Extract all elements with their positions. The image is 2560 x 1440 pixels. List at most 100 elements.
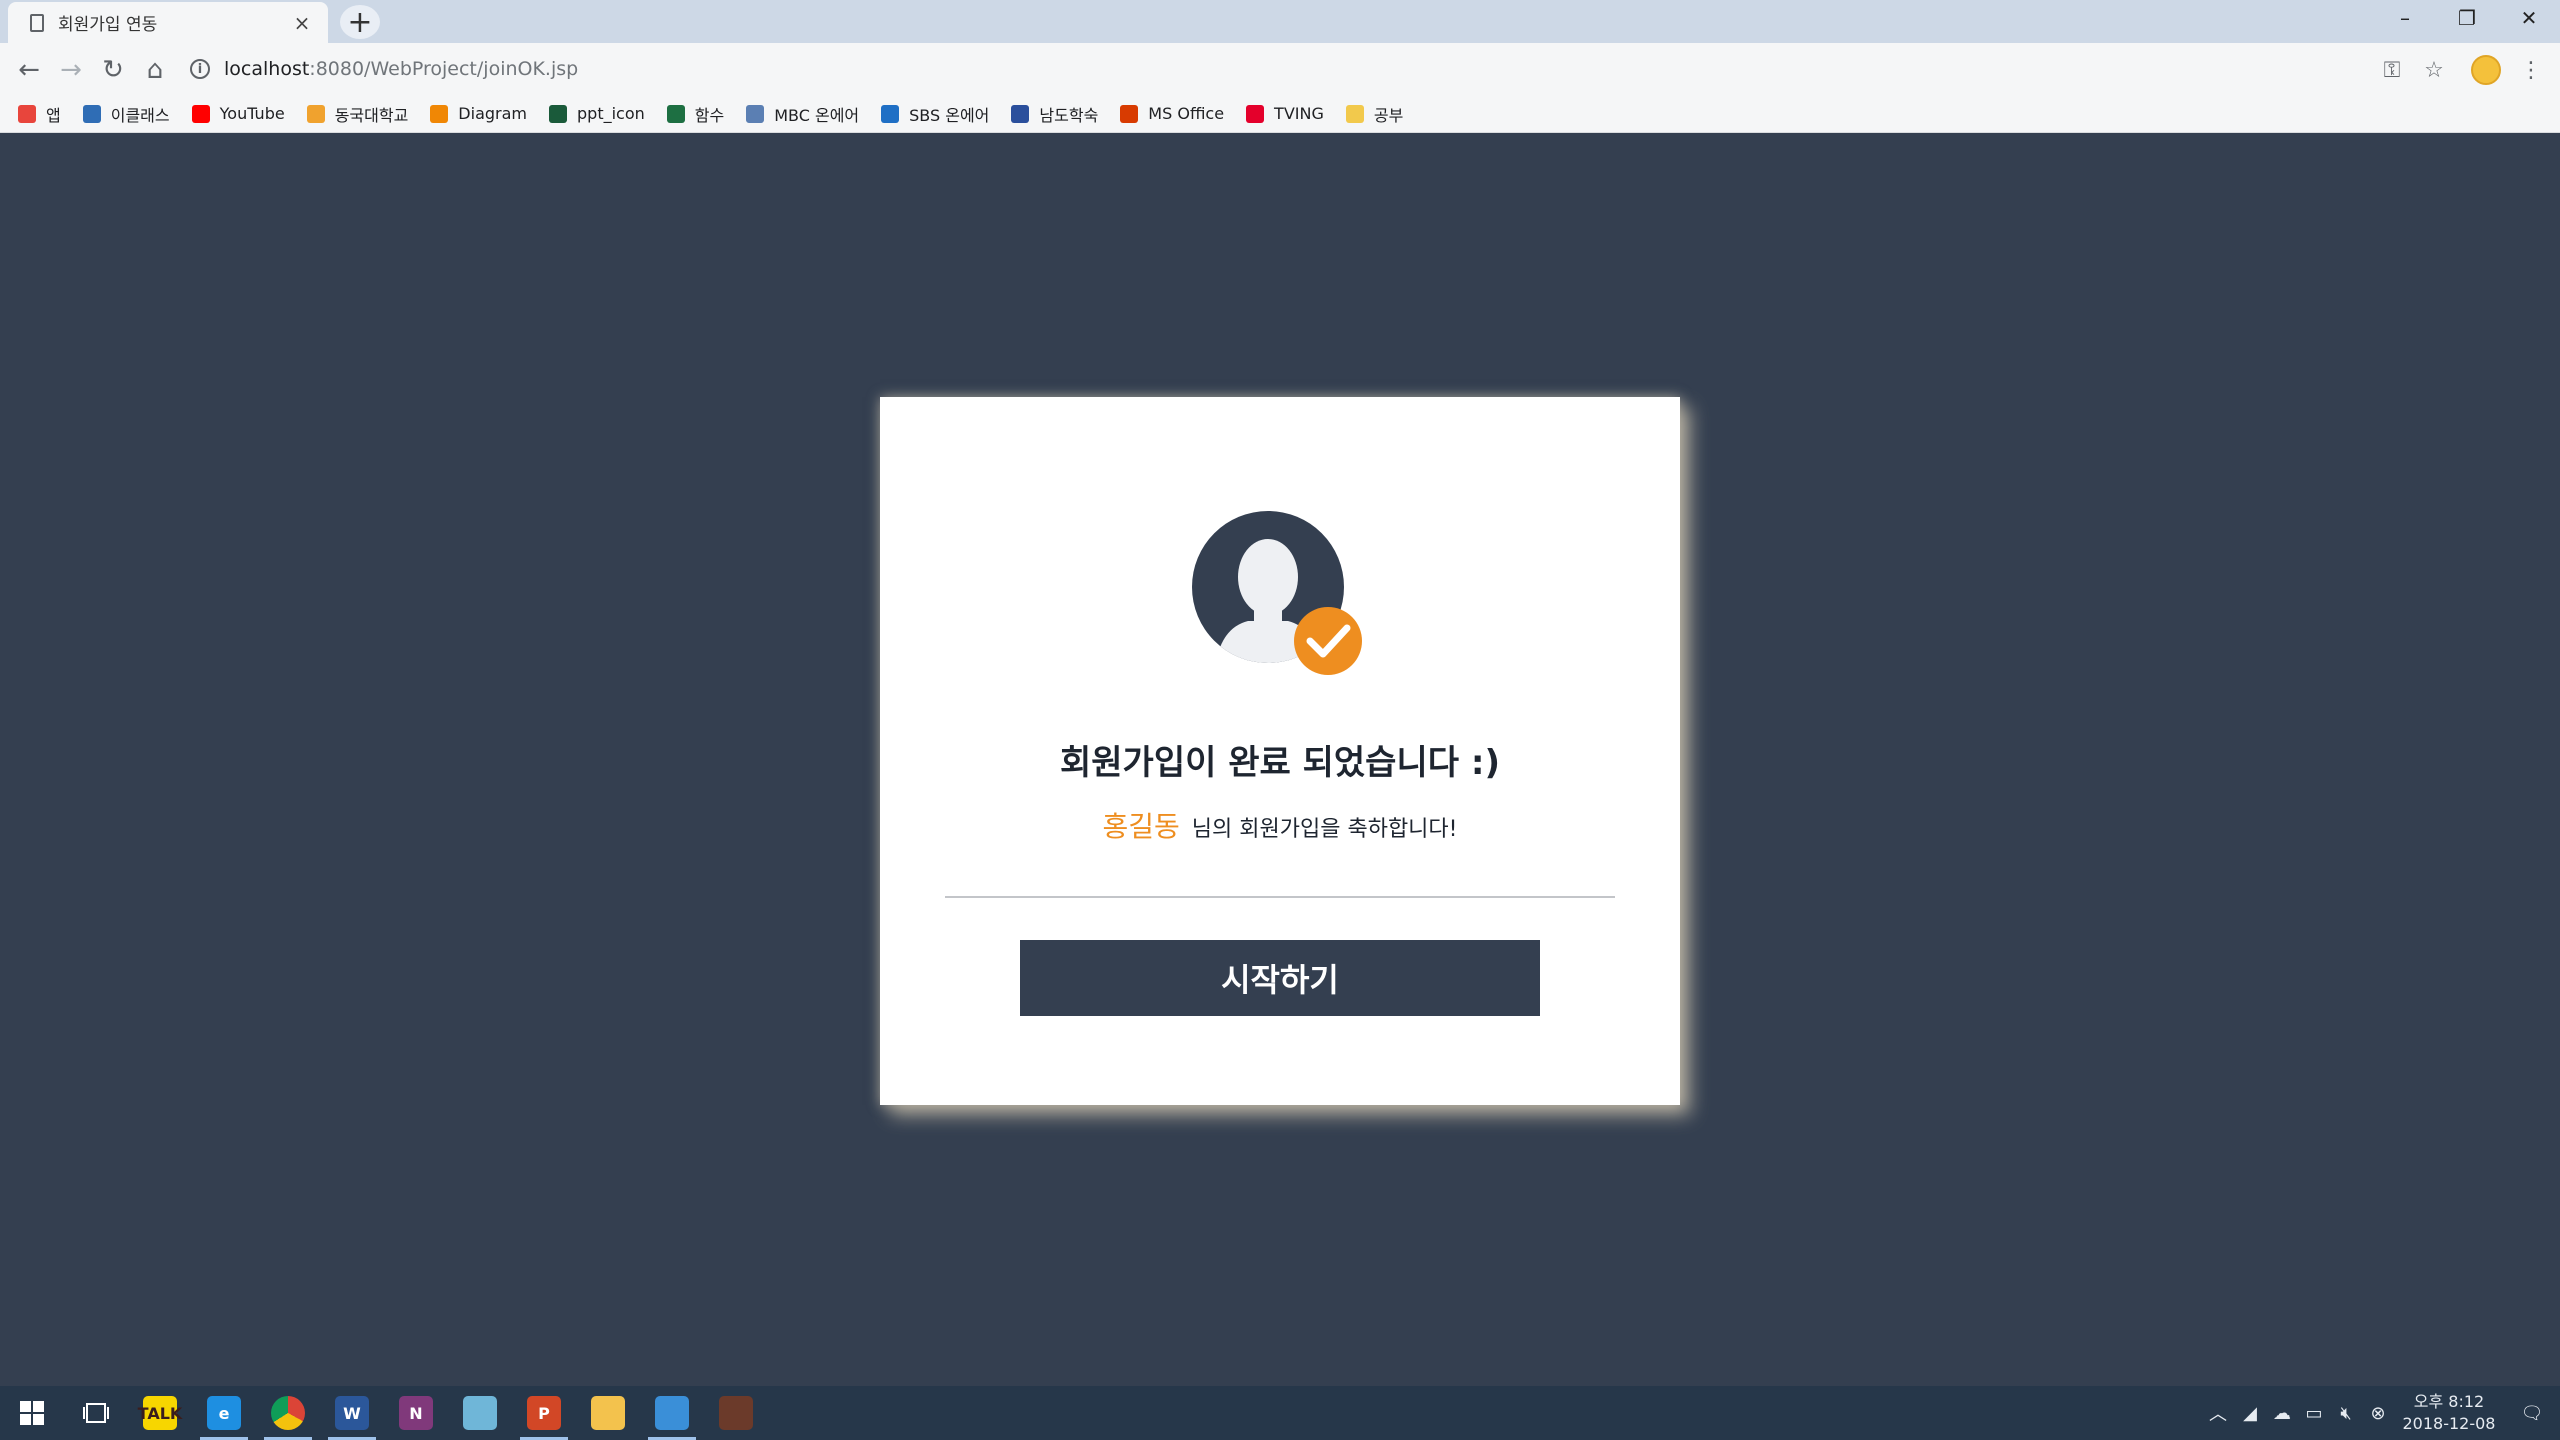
internet-explorer-icon: e <box>207 1396 241 1430</box>
chevron-up-icon[interactable]: ︿ <box>2202 1386 2234 1440</box>
new-tab-button[interactable]: + <box>340 5 380 40</box>
task-view-button[interactable] <box>64 1386 128 1440</box>
profile-avatar-image <box>2471 55 2501 85</box>
clock[interactable]: 오후 8:12 2018-12-08 <box>2394 1391 2504 1435</box>
minimize-button[interactable]: – <box>2375 0 2435 36</box>
bookmark-label: 공부 <box>1373 105 1404 125</box>
url-text: localhost:8080/WebProject/joinOK.jsp <box>224 58 578 80</box>
sbs-icon <box>881 104 900 123</box>
tab-close-icon[interactable]: × <box>290 11 314 35</box>
bookmark-3[interactable]: 동국대학교 <box>306 102 409 126</box>
apps-grid-icon <box>18 104 36 123</box>
back-button[interactable]: ← <box>12 53 46 87</box>
home-button[interactable]: ⌂ <box>138 53 172 87</box>
word-icon: W <box>335 1396 369 1430</box>
namdo-icon <box>1011 104 1030 123</box>
check-badge <box>1294 607 1362 675</box>
restore-button[interactable]: ❐ <box>2437 0 2497 36</box>
bookmark-label: ppt_icon <box>577 104 645 123</box>
taskbar-app-game-app[interactable] <box>704 1386 768 1440</box>
taskbar-app-internet-explorer[interactable]: e <box>192 1386 256 1440</box>
url-path: :8080/WebProject/joinOK.jsp <box>309 58 579 80</box>
browser-toolbar: ← → ↻ ⌂ i localhost:8080/WebProject/join… <box>0 43 2560 95</box>
bookmark-4[interactable]: Diagram <box>430 104 527 123</box>
key-icon[interactable]: ⚿ <box>2374 55 2410 85</box>
bookmark-7[interactable]: MBC 온에어 <box>746 102 859 126</box>
notepad-icon <box>463 1396 497 1430</box>
address-bar[interactable]: i localhost:8080/WebProject/joinOK.jsp <box>190 49 2340 89</box>
bookmark-label: 앱 <box>46 105 61 125</box>
eclass-icon <box>82 104 101 123</box>
taskbar-app-snipping-tool[interactable] <box>640 1386 704 1440</box>
bookmark-10[interactable]: MS Office <box>1120 104 1224 123</box>
kakaotalk-icon: TALK <box>138 1396 182 1430</box>
taskbar-app-onenote[interactable]: N <box>384 1386 448 1440</box>
dongguk-icon <box>306 104 325 123</box>
browser-tab-active[interactable]: 회원가입 연동 × <box>8 2 328 43</box>
bookmark-11[interactable]: TVING <box>1246 104 1324 123</box>
taskbar-app-word[interactable]: W <box>320 1386 384 1440</box>
url-host: localhost <box>224 58 310 80</box>
bookmark-label: MS Office <box>1148 104 1225 123</box>
mbc-icon <box>746 104 765 123</box>
profile-avatar[interactable] <box>2468 55 2504 85</box>
office-icon <box>1120 104 1139 123</box>
bookmark-6[interactable]: 함수 <box>666 102 725 126</box>
function-icon <box>666 104 685 123</box>
task-view-icon <box>83 1403 109 1423</box>
clock-date: 2018-12-08 <box>2402 1414 2496 1433</box>
bookmark-label: TVING <box>1274 104 1324 123</box>
congrats-message: 홍길동 님의 회원가입을 축하합니다! <box>880 805 1680 845</box>
bookmark-12[interactable]: 공부 <box>1345 102 1404 126</box>
user-check-icon <box>1192 511 1362 675</box>
bookmark-label: 남도학숙 <box>1039 105 1099 125</box>
taskbar-app-file-explorer[interactable] <box>576 1386 640 1440</box>
bookmark-label: YouTube <box>219 104 285 123</box>
folder-icon <box>1345 104 1364 123</box>
bookmark-label: 함수 <box>694 105 725 125</box>
start-button[interactable]: 시작하기 <box>1020 940 1540 1016</box>
network-icon[interactable]: ◢ <box>2234 1386 2266 1440</box>
start-menu-button[interactable] <box>0 1386 64 1440</box>
windows-logo-icon <box>20 1401 44 1425</box>
youtube-icon <box>191 104 210 123</box>
tab-strip: 회원가입 연동 × + – ❐ ✕ <box>0 0 2560 43</box>
windows-taskbar: TALK e W N P ︿ ◢ ☁ ▭ 🔇︎ ⊗ 오후 8:12 2018-12-08… <box>0 1386 2560 1440</box>
forward-button[interactable]: → <box>54 53 88 87</box>
bookmark-1[interactable]: 이클래스 <box>82 102 170 126</box>
bookmark-8[interactable]: SBS 온에어 <box>881 102 989 126</box>
notification-icon[interactable]: 🗨︎ <box>2504 1386 2560 1440</box>
taskbar-app-powerpoint[interactable]: P <box>512 1386 576 1440</box>
user-name: 홍길동 <box>1102 810 1180 843</box>
page-title: 회원가입이 완료 되었습니다 :) <box>1059 743 1500 783</box>
clock-time: 오후 8:12 <box>2413 1392 2485 1411</box>
bookmark-5[interactable]: ppt_icon <box>549 104 645 123</box>
taskbar-app-kakaotalk[interactable]: TALK <box>128 1386 192 1440</box>
file-explorer-icon <box>591 1396 625 1430</box>
status-x-icon[interactable]: ⊗ <box>2362 1386 2394 1440</box>
menu-icon[interactable]: ⋮ <box>2516 55 2546 85</box>
congrats-text: 님의 회원가입을 축하합니다! <box>1191 817 1458 842</box>
bookmark-label: 동국대학교 <box>334 105 409 125</box>
taskbar-app-chrome[interactable] <box>256 1386 320 1440</box>
onenote-icon: N <box>399 1396 433 1430</box>
onedrive-cloud-icon[interactable]: ☁ <box>2266 1386 2298 1440</box>
battery-icon[interactable]: ▭ <box>2298 1386 2330 1440</box>
taskbar-app-notepad[interactable] <box>448 1386 512 1440</box>
volume-muted-icon[interactable]: 🔇︎ <box>2330 1386 2362 1440</box>
snipping-tool-icon <box>655 1396 689 1430</box>
powerpoint-icon: P <box>527 1396 561 1430</box>
chrome-icon <box>271 1396 305 1430</box>
page-icon <box>30 13 44 32</box>
ppt-icon-bookmark-icon <box>549 104 567 123</box>
close-window-button[interactable]: ✕ <box>2499 0 2559 36</box>
star-icon[interactable]: ☆ <box>2416 55 2452 85</box>
diagram-icon <box>430 104 449 123</box>
divider <box>945 896 1615 898</box>
bookmark-9[interactable]: 남도학숙 <box>1011 102 1098 126</box>
bookmark-0[interactable]: 앱 <box>18 102 61 126</box>
reload-button[interactable]: ↻ <box>96 53 130 87</box>
bookmark-2[interactable]: YouTube <box>191 104 285 123</box>
tab-title: 회원가입 연동 <box>58 15 158 35</box>
info-icon[interactable]: i <box>190 59 210 79</box>
